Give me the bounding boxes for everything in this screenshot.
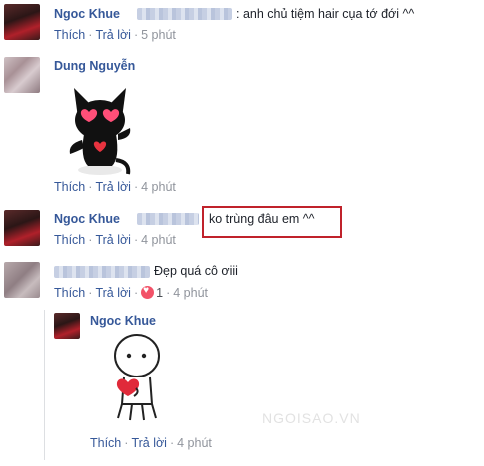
commenter-name[interactable]: Dung Nguyễn — [54, 59, 135, 73]
comment-actions: Thích · Trả lời · 4 phút — [90, 436, 212, 450]
comment-actions: Thích · Trả lời · 4 phút — [54, 233, 176, 247]
watermark: NGOISAO.VN — [262, 410, 361, 426]
cartoon-heart-sticker — [114, 334, 160, 421]
comment-time[interactable]: 4 phút — [141, 233, 176, 247]
reply-button[interactable]: Trả lời — [131, 436, 167, 450]
comment-time[interactable]: 4 phút — [177, 436, 212, 450]
comment-actions: Thích·Trả lời·1·4 phút — [54, 285, 208, 300]
comment-actions: Thích · Trả lời · 5 phút — [54, 28, 176, 42]
comment-time[interactable]: 4 phút — [173, 286, 208, 300]
comment-time[interactable]: 4 phút — [141, 180, 176, 194]
comment-time[interactable]: 5 phút — [141, 28, 176, 42]
reply-thread-line — [44, 310, 45, 460]
avatar[interactable] — [4, 4, 40, 40]
tagged-name-blurred — [137, 8, 232, 20]
avatar[interactable] — [4, 262, 40, 298]
comment-text: ko trùng đâu em ^^ — [209, 212, 315, 226]
reply-button[interactable]: Trả lời — [95, 233, 131, 247]
heart-reaction-icon[interactable] — [141, 285, 155, 299]
avatar[interactable] — [4, 57, 40, 93]
reply-button[interactable]: Trả lời — [95, 180, 131, 194]
avatar[interactable] — [4, 210, 40, 246]
comment-actions: Thích · Trả lời · 4 phút — [54, 180, 176, 194]
commenter-name[interactable]: Ngoc Khue — [90, 314, 156, 328]
commenter-name[interactable]: Ngoc Khue — [54, 7, 120, 21]
like-button[interactable]: Thích — [54, 28, 85, 42]
like-button[interactable]: Thích — [54, 180, 85, 194]
reply-button[interactable]: Trả lời — [95, 286, 131, 300]
commenter-name[interactable]: Ngoc Khue — [54, 212, 120, 226]
reply-button[interactable]: Trả lời — [95, 28, 131, 42]
commenter-name-blurred — [54, 266, 150, 278]
avatar[interactable] — [54, 313, 80, 339]
reaction-count[interactable]: 1 — [156, 286, 163, 300]
comment-text: Đẹp quá cô ơiii — [154, 264, 238, 278]
tagged-name-blurred — [137, 213, 199, 225]
like-button[interactable]: Thích — [54, 286, 85, 300]
like-button[interactable]: Thích — [54, 233, 85, 247]
black-cat-sticker — [69, 88, 131, 175]
like-button[interactable]: Thích — [90, 436, 121, 450]
comment-text: : anh chủ tiệm hair cụa tớ đới ^^ — [236, 7, 415, 21]
